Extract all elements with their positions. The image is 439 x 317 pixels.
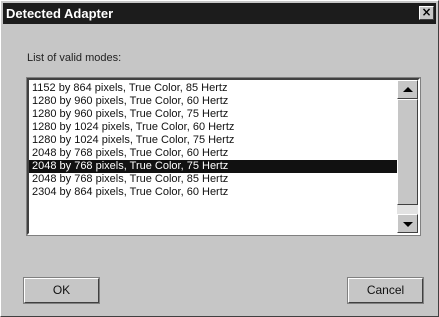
vertical-scrollbar[interactable] (397, 80, 418, 233)
scroll-up-button[interactable] (397, 80, 418, 99)
list-item[interactable]: 2048 by 768 pixels, True Color, 85 Hertz (29, 173, 397, 186)
ok-button[interactable]: OK (23, 277, 100, 304)
list-item[interactable]: 2048 by 768 pixels, True Color, 60 Hertz (29, 147, 397, 160)
scroll-down-button[interactable] (397, 214, 418, 233)
arrow-down-icon (403, 222, 413, 227)
list-item[interactable]: 1280 by 960 pixels, True Color, 60 Hertz (29, 95, 397, 108)
list-item[interactable]: 1280 by 1024 pixels, True Color, 60 Hert… (29, 121, 397, 134)
close-icon: × (421, 5, 432, 19)
list-label: List of valid modes: (27, 52, 122, 64)
scroll-thumb[interactable] (397, 99, 418, 205)
list-item[interactable]: 1280 by 960 pixels, True Color, 75 Hertz (29, 108, 397, 121)
arrow-up-icon (403, 87, 413, 92)
cancel-button[interactable]: Cancel (347, 277, 424, 304)
window-title: Detected Adapter (6, 6, 114, 21)
list-item-selected[interactable]: 2048 by 768 pixels, True Color, 75 Hertz (29, 160, 397, 173)
title-bar[interactable]: Detected Adapter × (3, 3, 436, 24)
list-item[interactable]: 1280 by 1024 pixels, True Color, 75 Hert… (29, 134, 397, 147)
list-item[interactable]: 2304 by 864 pixels, True Color, 60 Hertz (29, 186, 397, 199)
modes-listbox[interactable]: 1152 by 864 pixels, True Color, 85 Hertz… (26, 77, 421, 236)
detected-adapter-dialog: Detected Adapter × List of valid modes: … (0, 0, 439, 317)
list-items: 1152 by 864 pixels, True Color, 85 Hertz… (29, 82, 397, 199)
list-item[interactable]: 1152 by 864 pixels, True Color, 85 Hertz (29, 82, 397, 95)
close-button[interactable]: × (419, 5, 434, 20)
